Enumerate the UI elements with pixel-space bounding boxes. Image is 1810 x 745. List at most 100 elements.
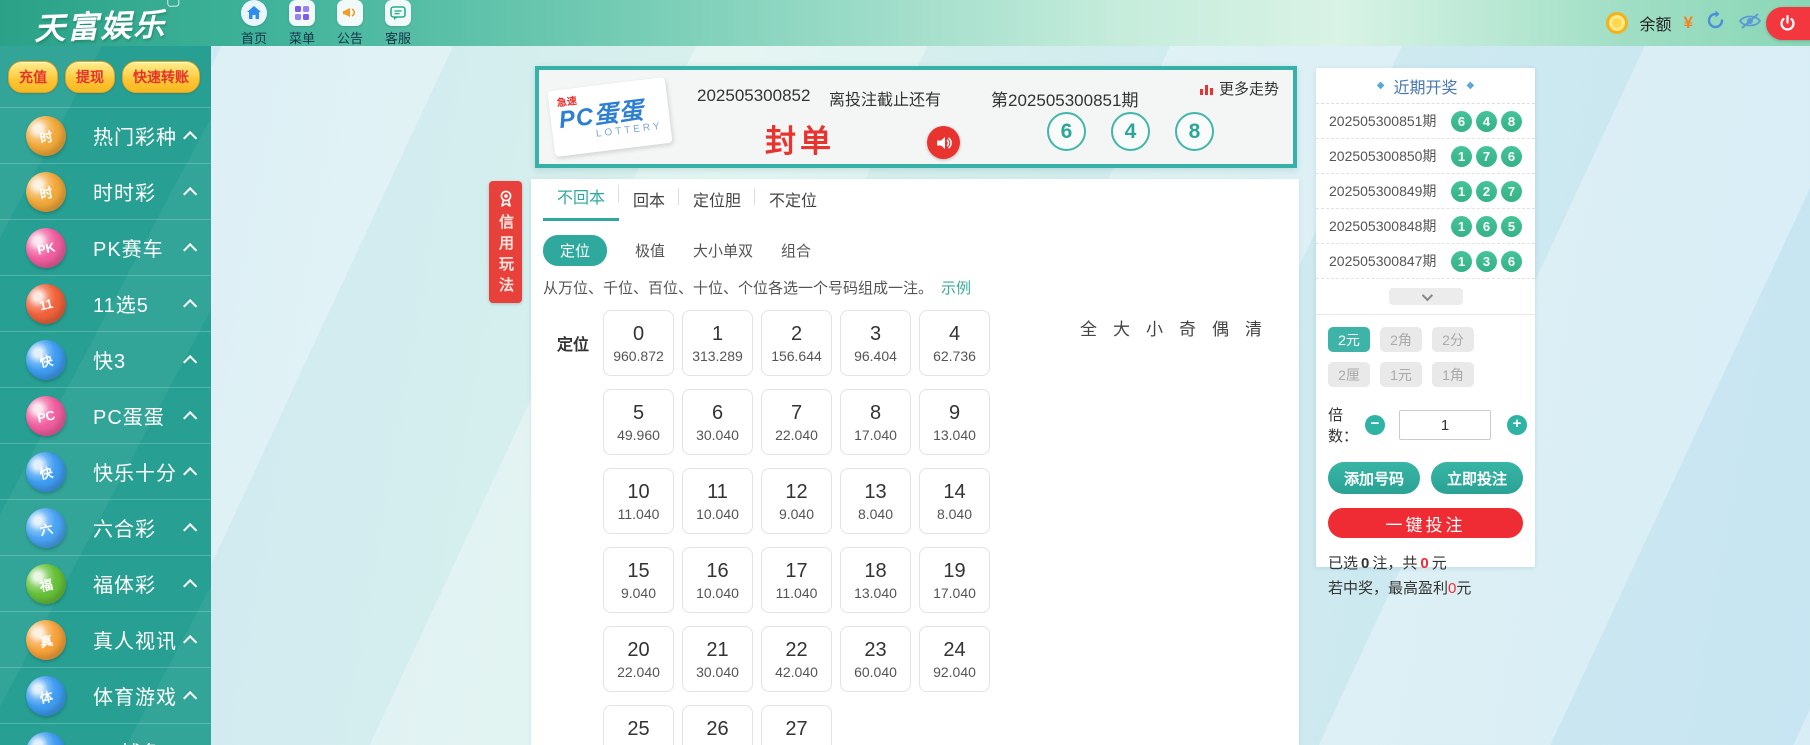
number-cell[interactable]: 24 92.040	[919, 626, 990, 692]
nav-home[interactable]: 首页	[232, 0, 276, 47]
topbar-right: 余额 ¥	[1606, 0, 1762, 46]
money-unit-chip[interactable]: 2分	[1432, 327, 1474, 352]
quick-select-row: 全大小奇偶清	[1080, 315, 1262, 340]
number-cell[interactable]: 17 11.040	[761, 547, 832, 613]
sidebar-menu-item[interactable]: 快 快3	[0, 331, 211, 387]
chevron-up-icon	[183, 243, 197, 257]
quick-select-item[interactable]: 全	[1080, 315, 1097, 340]
number-odds: 17.040	[933, 586, 976, 600]
number-cell[interactable]: 7 22.040	[761, 389, 832, 455]
sidebar-menu-item[interactable]: 时 热门彩种	[0, 107, 211, 163]
number-value: 1	[712, 324, 723, 344]
play-mode-tab[interactable]: 不回本	[543, 184, 619, 221]
money-unit-chip[interactable]: 2厘	[1328, 362, 1370, 387]
sidebar-menu-item[interactable]: 体 体育游戏	[0, 667, 211, 723]
number-cell[interactable]: 8 17.040	[840, 389, 911, 455]
number-cell[interactable]: 19 17.040	[919, 547, 990, 613]
sidebar-menu-item[interactable]: 真 真人视讯	[0, 611, 211, 667]
number-cell[interactable]: 6 30.040	[682, 389, 753, 455]
number-cell[interactable]: 2 156.644	[761, 310, 832, 376]
bar-chart-icon	[1199, 82, 1214, 96]
expand-draws-button[interactable]	[1389, 288, 1463, 305]
number-odds: 22.040	[617, 665, 660, 679]
number-cell[interactable]: 23 60.040	[840, 626, 911, 692]
number-odds: 11.040	[776, 586, 818, 600]
sidebar-menu: 时 热门彩种 时 时时彩 PK PK赛车 11 11选5	[0, 107, 211, 745]
play-type-subtab[interactable]: 组合	[781, 235, 811, 266]
sidebar-menu-item[interactable]: 六 六合彩	[0, 499, 211, 555]
number-cell[interactable]: 21 30.040	[682, 626, 753, 692]
money-unit-chip[interactable]: 2元	[1328, 327, 1370, 352]
quick-select-item[interactable]: 奇	[1179, 315, 1196, 340]
number-cell[interactable]: 11 10.040	[682, 468, 753, 534]
lottery-ball-icon: 六	[22, 504, 69, 551]
number-cell[interactable]: 1 313.289	[682, 310, 753, 376]
one-click-bet-button[interactable]: 一键投注	[1328, 508, 1523, 538]
number-value: 27	[785, 719, 807, 739]
sidebar-item-label: 时时彩	[93, 177, 183, 206]
nav-menu[interactable]: 菜单	[280, 0, 324, 47]
sidebar-item-label: PK赛车	[93, 233, 183, 262]
sidebar-menu-item[interactable]: 福 福体彩	[0, 555, 211, 611]
number-cell[interactable]: 22 42.040	[761, 626, 832, 692]
number-cell[interactable]: 20 22.040	[603, 626, 674, 692]
sidebar-action-button[interactable]: 充值	[8, 61, 58, 93]
play-type-subtab[interactable]: 大小单双	[693, 235, 753, 266]
number-cell[interactable]: 14 8.040	[919, 468, 990, 534]
play-mode-tab[interactable]: 回本	[619, 187, 679, 221]
sidebar-action-button[interactable]: 提现	[65, 61, 115, 93]
money-unit-chip[interactable]: 2角	[1380, 327, 1422, 352]
number-cell[interactable]: 10 11.040	[603, 468, 674, 534]
refresh-balance-icon[interactable]	[1705, 10, 1726, 36]
bet-now-button[interactable]: 立即投注	[1431, 462, 1523, 494]
quick-select-item[interactable]: 大	[1113, 315, 1130, 340]
number-cell[interactable]: 15 9.040	[603, 547, 674, 613]
more-trends-link[interactable]: 更多走势	[1199, 78, 1279, 99]
number-cell[interactable]: 18 13.040	[840, 547, 911, 613]
hide-balance-eye-icon[interactable]	[1738, 12, 1762, 35]
play-mode-tab[interactable]: 定位胆	[679, 187, 755, 221]
number-cell[interactable]: 16 10.040	[682, 547, 753, 613]
sidebar-menu-item[interactable]: 快 快乐十分	[0, 443, 211, 499]
number-cell[interactable]: 26	[682, 705, 753, 745]
multiplier-plus-button[interactable]: +	[1507, 415, 1527, 435]
sidebar-action-button[interactable]: 快速转账	[122, 61, 200, 93]
sidebar-menu-item[interactable]: 2D 2D捕鱼	[0, 723, 211, 745]
quick-select-item[interactable]: 小	[1146, 315, 1163, 340]
number-cell[interactable]: 5 49.960	[603, 389, 674, 455]
multiplier-input[interactable]	[1399, 410, 1491, 440]
number-cell[interactable]: 9 13.040	[919, 389, 990, 455]
home-icon	[241, 0, 267, 26]
sidebar-menu-item[interactable]: 11 11选5	[0, 275, 211, 331]
sidebar-menu-item[interactable]: 时 时时彩	[0, 163, 211, 219]
money-unit-chip[interactable]: 1元	[1380, 362, 1422, 387]
sound-toggle-button[interactable]	[927, 126, 960, 159]
quick-select-item[interactable]: 偶	[1212, 315, 1229, 340]
example-link[interactable]: 示例	[941, 280, 971, 297]
add-number-button[interactable]: 添加号码	[1328, 462, 1420, 494]
sidebar-menu-item[interactable]: PC PC蛋蛋	[0, 387, 211, 443]
multiplier-minus-button[interactable]: −	[1365, 415, 1385, 435]
play-type-subtab[interactable]: 定位	[543, 235, 607, 266]
play-type-subtab[interactable]: 极值	[635, 235, 665, 266]
nav-announcement[interactable]: 公告	[328, 0, 372, 47]
number-cell[interactable]: 4 62.736	[919, 310, 990, 376]
number-odds: 8.040	[937, 507, 972, 521]
money-unit-chip[interactable]: 1角	[1432, 362, 1474, 387]
nav-support[interactable]: 客服	[376, 0, 420, 47]
draw-row: 202505300850期 1 7 6	[1316, 139, 1535, 174]
quick-select-item[interactable]: 清	[1245, 315, 1262, 340]
number-cell[interactable]: 13 8.040	[840, 468, 911, 534]
number-value: 4	[949, 324, 960, 344]
number-cell[interactable]: 12 9.040	[761, 468, 832, 534]
credit-play-tab[interactable]: 信用玩法	[489, 181, 522, 303]
logout-power-button[interactable]	[1766, 7, 1810, 40]
number-cell[interactable]: 25	[603, 705, 674, 745]
lottery-ball-icon: 福	[22, 560, 69, 607]
chevron-up-icon	[183, 523, 197, 537]
play-mode-tab[interactable]: 不定位	[755, 187, 831, 221]
number-cell[interactable]: 0 960.872	[603, 310, 674, 376]
number-cell[interactable]: 27	[761, 705, 832, 745]
sidebar-menu-item[interactable]: PK PK赛车	[0, 219, 211, 275]
number-cell[interactable]: 3 96.404	[840, 310, 911, 376]
